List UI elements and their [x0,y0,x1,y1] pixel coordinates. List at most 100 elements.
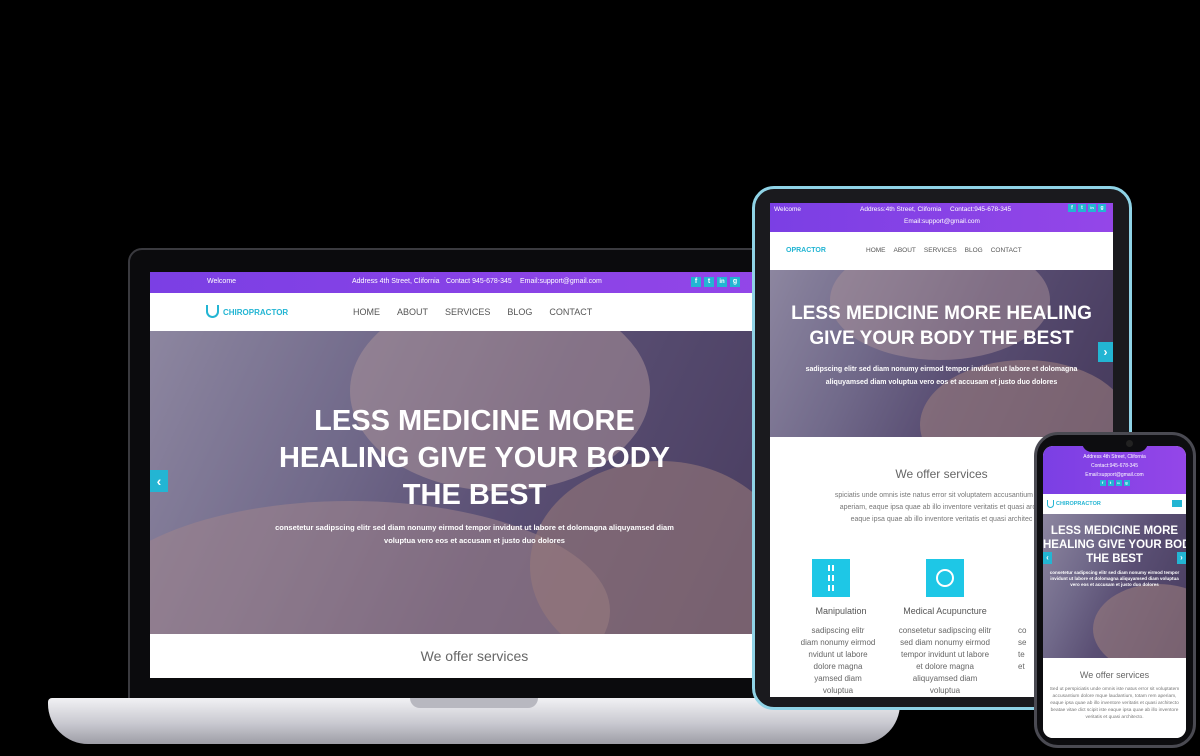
hero-title-line: LESS MEDICINE MORE [1050,525,1179,537]
hero-title-line: LESS MEDICINE MORE HEALING [791,303,1092,324]
service-card-line: tempor invidunt ut labore [900,650,990,659]
logo[interactable]: OPRACTOR [786,247,826,254]
phone-camera [1126,440,1133,447]
social-icons: f t in g [1068,204,1106,212]
topbar-contact: Contact:945-678-345 [950,206,1012,213]
phone-hero: LESS MEDICINE MORE HEALING GIVE YOUR BOD… [1043,514,1186,658]
phone-screen: Address 4th Street, Clifornia Contact:94… [1043,446,1186,738]
nav-services[interactable]: SERVICES [924,247,957,254]
service-card-line: nvidunt ut labore [808,650,868,659]
services-intro: Sed ut perspiciatis unde omnis iste natu… [1049,687,1180,720]
linkedin-icon[interactable]: in [1115,480,1122,486]
hero-title-line: LESS MEDICINE MORE [314,405,635,437]
google-icon[interactable]: g [1098,204,1106,212]
hero-subtitle-line: aliquyamsed diam voluptua vero eos et ac… [825,379,1058,386]
facebook-icon[interactable]: f [1068,204,1076,212]
twitter-icon[interactable]: t [1078,204,1086,212]
topbar-email: Email:support@gmail.com [904,218,980,225]
google-icon[interactable]: g [730,277,740,287]
laptop-services-section: We offer services [150,634,799,678]
main-nav: HOME ABOUT SERVICES BLOG CONTACT [353,307,592,317]
hero-subtitle-line: sadipscing elitr sed diam nonumy eirmod … [805,366,1078,373]
facebook-icon[interactable]: f [691,277,701,287]
slider-next-button[interactable]: › [1098,342,1113,362]
laptop-screen: Welcome Address 4th Street, Clifornia Co… [150,272,799,678]
hero-title-line: THE BEST [1086,553,1143,565]
stethoscope-icon [206,305,219,318]
tablet-hero: LESS MEDICINE MORE HEALING GIVE YOUR BOD… [770,270,1113,437]
services-title: We offer services [1079,670,1150,680]
twitter-icon[interactable]: t [704,277,714,287]
stethoscope-icon [1047,500,1054,508]
main-nav: HOME ABOUT SERVICES BLOG CONTACT [866,247,1022,254]
spine-icon [812,559,850,597]
service-card-line: yamsed diam [814,674,862,683]
service-card-line: sed diam nonumy eirmod [900,638,990,647]
tablet-navbar: OPRACTOR HOME ABOUT SERVICES BLOG CONTACT [770,232,1113,270]
service-card-title: Medical Acupuncture [903,606,987,616]
nav-about[interactable]: ABOUT [894,247,916,254]
nav-contact[interactable]: CONTACT [991,247,1022,254]
nav-blog[interactable]: BLOG [507,307,532,317]
service-card-line: aliquyamsed diam [912,674,978,683]
hero-subtitle: consetetur sadipscing elitr sed diam non… [1049,570,1180,587]
phone-notch [1082,436,1148,452]
phone-topbar: Address 4th Street, Clifornia Contact:94… [1043,446,1186,494]
service-card-text: sadipscing elitr diam nonumy eirmod nvid… [788,625,888,697]
laptop-hero: LESS MEDICINE MORE HEALING GIVE YOUR BOD… [150,331,799,634]
hero-title: LESS MEDICINE MORE HEALING GIVE YOUR BOD… [770,301,1113,351]
topbar-welcome: Welcome [207,278,237,285]
service-card-title: Manipulation [815,606,867,616]
hero-subtitle: consetetur sadipscing elitr sed diam non… [150,521,799,547]
tablet-topbar: Welcome Address:4th Street, Clifornia Co… [770,203,1113,232]
topbar-email: Email:support@gmail.com [1085,472,1144,478]
acupuncture-icon-glyph [936,569,954,587]
service-card-text: consetetur sadipscing elitr sed diam non… [890,625,1000,697]
slider-prev-button[interactable]: ‹ [1043,552,1052,564]
service-card-line: dolore magna [813,662,863,671]
nav-contact[interactable]: CONTACT [549,307,592,317]
menu-toggle-button[interactable] [1172,500,1182,507]
google-icon[interactable]: g [1123,480,1130,486]
nav-services[interactable]: SERVICES [445,307,490,317]
hero-title-line: HEALING GIVE YOUR BODY [1043,539,1186,551]
linkedin-icon[interactable]: in [717,277,727,287]
facebook-icon[interactable]: f [1099,480,1106,486]
topbar-address: Address 4th Street, Clifornia [352,278,440,285]
logo[interactable]: CHIROPRACTOR [223,308,288,317]
spine-icon-glyph [828,565,834,591]
laptop-topbar: Welcome Address 4th Street, Clifornia Co… [150,272,799,293]
hero-title-line: THE BEST [402,479,547,511]
services-title: We offer services [420,648,529,664]
acupuncture-icon [926,559,964,597]
nav-blog[interactable]: BLOG [965,247,983,254]
laptop-notch [410,698,538,708]
topbar-welcome: Welcome [774,206,801,213]
topbar-email: Email:support@gmail.com [520,278,602,285]
hero-subtitle: sadipscing elitr sed diam nonumy eirmod … [770,363,1113,389]
slider-next-button[interactable]: › [1177,552,1186,564]
laptop-navbar: CHIROPRACTOR HOME ABOUT SERVICES BLOG CONTAC… [150,293,799,331]
topbar-contact: Contact 945-678-345 [446,278,512,285]
service-card-line: diam nonumy eirmod [800,638,876,647]
nav-home[interactable]: HOME [866,247,886,254]
logo[interactable]: CHIROPRACTOR [1056,501,1101,507]
social-icons: f t in g [691,277,740,287]
service-card-line: voluptua [929,686,961,695]
hero-title-line: HEALING GIVE YOUR BODY [278,442,671,474]
hero-title-line: GIVE YOUR BODY THE BEST [809,328,1074,349]
hero-subtitle-line: consetetur sadipscing elitr sed diam non… [275,523,674,532]
twitter-icon[interactable]: t [1107,480,1114,486]
nav-about[interactable]: ABOUT [397,307,428,317]
service-card-line: consetetur sadipscing elitr [898,626,992,635]
nav-home[interactable]: HOME [353,307,380,317]
hero-subtitle-line: voluptua vero eos et accusam et justo du… [384,536,565,545]
service-card-line: et dolore magna [916,662,974,671]
slider-prev-button[interactable]: ‹ [150,470,168,492]
service-card-line: sadipscing elitr [811,626,865,635]
hero-title: LESS MEDICINE MORE HEALING GIVE YOUR BOD… [150,403,799,514]
linkedin-icon[interactable]: in [1088,204,1096,212]
hero-overlay [770,270,1113,437]
topbar-contact: Contact:945-678-345 [1091,463,1138,469]
social-icons: f t in g [1043,478,1186,486]
